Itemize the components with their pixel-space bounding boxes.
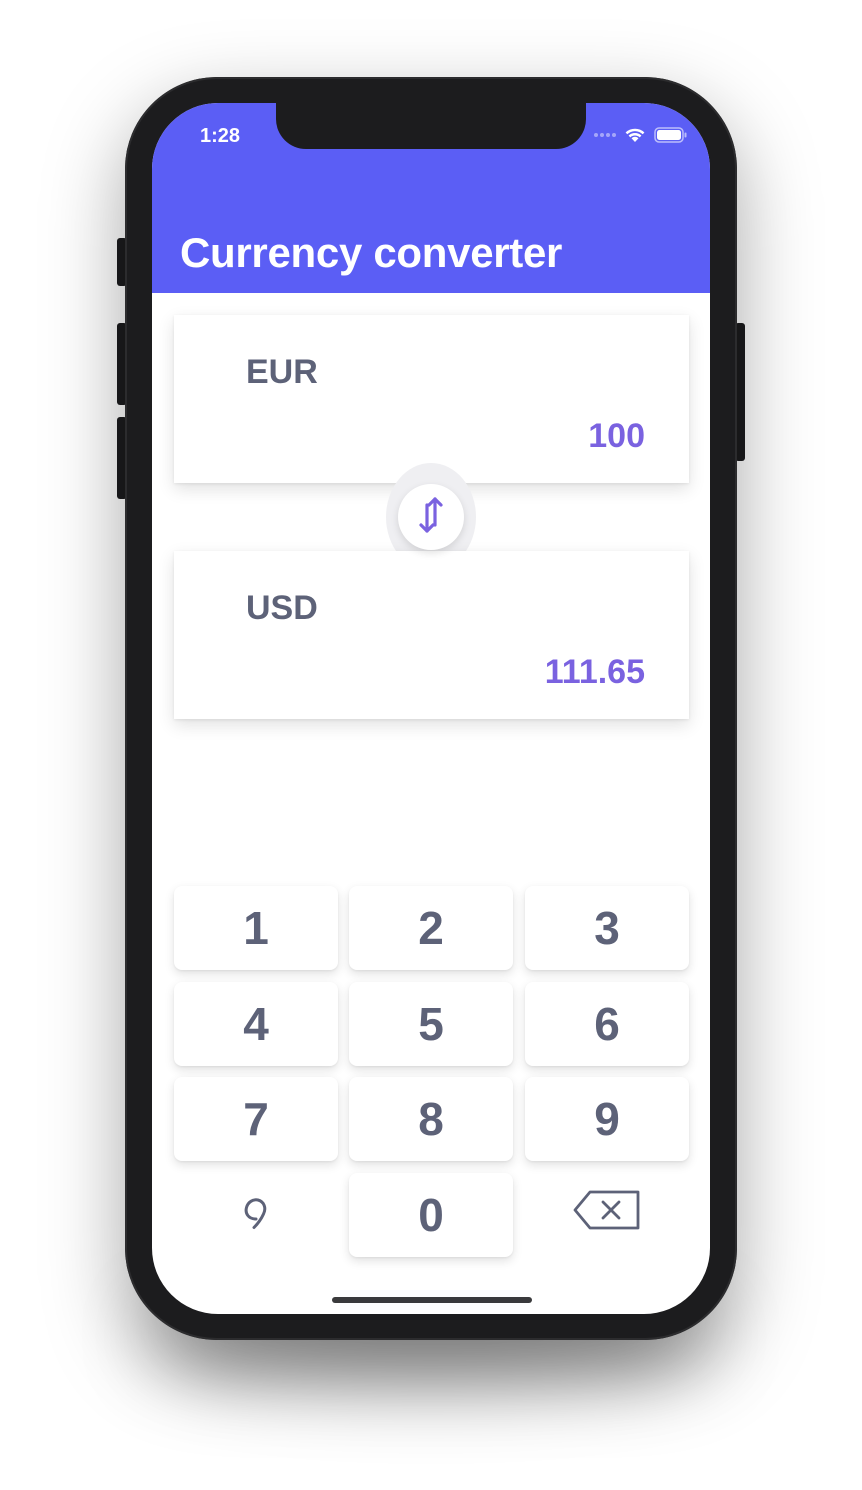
key-4[interactable]: 4 bbox=[174, 982, 338, 1066]
page-title: Currency converter bbox=[180, 229, 563, 276]
wifi-icon bbox=[624, 127, 646, 143]
key-6[interactable]: 6 bbox=[525, 982, 689, 1066]
backspace-key[interactable] bbox=[525, 1173, 689, 1257]
app-header: 1:28 Currency converter bbox=[152, 103, 710, 293]
notch bbox=[276, 103, 586, 149]
home-indicator[interactable] bbox=[332, 1297, 532, 1303]
key-1[interactable]: 1 bbox=[174, 886, 338, 970]
to-currency-code[interactable]: USD bbox=[246, 589, 318, 628]
swap-button[interactable] bbox=[398, 484, 464, 550]
decimal-key[interactable] bbox=[174, 1173, 338, 1257]
to-amount[interactable]: 111.65 bbox=[545, 653, 645, 692]
backspace-icon bbox=[572, 1188, 642, 1242]
key-3[interactable]: 3 bbox=[525, 886, 689, 970]
status-icons bbox=[594, 127, 688, 143]
key-9[interactable]: 9 bbox=[525, 1077, 689, 1161]
signal-icon bbox=[594, 133, 616, 137]
comma-icon bbox=[239, 1188, 273, 1242]
key-7[interactable]: 7 bbox=[174, 1077, 338, 1161]
from-amount[interactable]: 100 bbox=[588, 417, 645, 456]
phone-screen: 1:28 Currency converter EUR 100 USD 111.… bbox=[152, 103, 710, 1314]
from-currency-card[interactable]: EUR 100 bbox=[174, 315, 689, 483]
status-time: 1:28 bbox=[200, 125, 241, 147]
mockup-stage: 1:28 Currency converter EUR 100 USD 111.… bbox=[0, 0, 862, 1490]
to-currency-card[interactable]: USD 111.65 bbox=[174, 551, 689, 719]
swap-vertical-icon bbox=[415, 495, 447, 540]
battery-icon bbox=[654, 127, 688, 143]
key-8[interactable]: 8 bbox=[349, 1077, 513, 1161]
key-0[interactable]: 0 bbox=[349, 1173, 513, 1257]
key-2[interactable]: 2 bbox=[349, 886, 513, 970]
from-currency-code[interactable]: EUR bbox=[246, 353, 318, 392]
key-5[interactable]: 5 bbox=[349, 982, 513, 1066]
